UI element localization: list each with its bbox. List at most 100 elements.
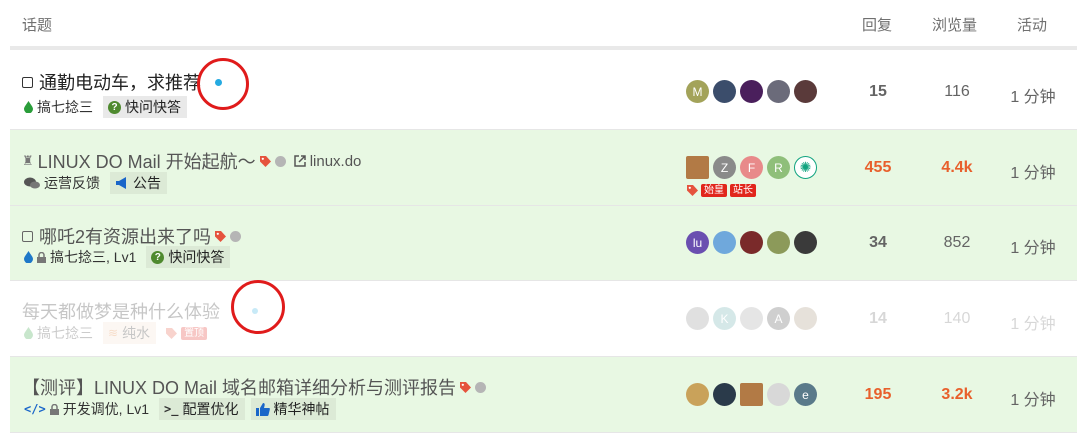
- megaphone-icon: [116, 177, 126, 189]
- annotation-circle: [231, 280, 285, 334]
- view-count: 140: [943, 310, 971, 327]
- avatar[interactable]: F: [740, 156, 763, 179]
- tag-label: 快问快答: [168, 249, 225, 265]
- avatar[interactable]: [740, 383, 763, 406]
- reply-count[interactable]: 34: [838, 234, 918, 252]
- header-topic[interactable]: 话题: [22, 14, 52, 35]
- avatar[interactable]: [740, 80, 763, 103]
- header-replies[interactable]: 回复: [862, 14, 892, 35]
- poster-avatars: M: [686, 80, 817, 103]
- pin-icon: ♜: [22, 153, 34, 168]
- view-count: 3.2k: [941, 386, 973, 403]
- terminal-icon: >_: [164, 402, 179, 416]
- tag-icon: [687, 185, 698, 196]
- question-icon: ?: [151, 250, 165, 264]
- topic-row[interactable]: 【测评】LINUX DO Mail 域名邮箱详细分析与测评报告 </> 开发调优…: [10, 357, 1077, 433]
- topic-link[interactable]: linux.do: [310, 153, 362, 170]
- avatar[interactable]: [686, 307, 709, 330]
- water-icon: ≋: [108, 326, 119, 340]
- tag-chip[interactable]: ? 快问快答: [103, 96, 187, 118]
- external-link-icon: [293, 155, 306, 167]
- category-label[interactable]: 开发调优, Lv1: [63, 399, 149, 419]
- avatar[interactable]: [740, 307, 763, 330]
- avatar[interactable]: M: [686, 80, 709, 103]
- lock-icon: [37, 251, 46, 263]
- activity-time[interactable]: 1 分钟: [993, 159, 1073, 183]
- avatar[interactable]: [794, 80, 817, 103]
- tag-chip[interactable]: ? 快问快答: [146, 246, 231, 268]
- view-count: 852: [943, 234, 971, 251]
- avatar[interactable]: [794, 231, 817, 254]
- avatar[interactable]: K: [713, 307, 736, 330]
- tag-chip[interactable]: 公告: [110, 172, 167, 194]
- flair-badge: 站长: [730, 184, 756, 197]
- activity-time[interactable]: 1 分钟: [993, 234, 1073, 258]
- pinned-badge: 置顶: [181, 326, 208, 340]
- activity-time[interactable]: 1 分钟: [993, 83, 1073, 107]
- tag-label: 公告: [133, 175, 161, 191]
- reply-count[interactable]: 14: [838, 310, 918, 328]
- tag-icon: [166, 327, 178, 339]
- avatar[interactable]: [767, 231, 790, 254]
- avatar[interactable]: [740, 231, 763, 254]
- category-label[interactable]: 搞七捻三: [37, 323, 93, 343]
- category-label[interactable]: 搞七捻三, Lv1: [50, 247, 136, 267]
- avatar[interactable]: [767, 80, 790, 103]
- topic-list-header: 话题 回复 浏览量 活动: [10, 0, 1077, 50]
- avatar[interactable]: Z: [713, 156, 736, 179]
- avatar[interactable]: [794, 307, 817, 330]
- drop-icon: [24, 327, 33, 339]
- category-label[interactable]: 运营反馈: [44, 173, 100, 193]
- topic-row[interactable]: ♜ LINUX DO Mail 开始起航～ linux.do 运营反馈 公告 Z…: [10, 130, 1077, 206]
- poster-avatars: lu: [686, 231, 817, 254]
- topic-title[interactable]: LINUX DO Mail 开始起航～: [38, 148, 256, 174]
- tag-label: 配置优化: [182, 401, 239, 417]
- topic-title[interactable]: 【测评】LINUX DO Mail 域名邮箱详细分析与测评报告: [22, 374, 456, 400]
- reply-count[interactable]: 195: [838, 386, 918, 404]
- thumbs-up-icon: [255, 402, 270, 416]
- status-dot-icon: [475, 381, 487, 393]
- checkbox-icon: [22, 230, 33, 242]
- tag-icon: [460, 381, 472, 393]
- activity-time[interactable]: 1 分钟: [993, 310, 1073, 334]
- code-icon: </>: [24, 402, 46, 416]
- avatar[interactable]: [713, 383, 736, 406]
- reply-count[interactable]: 15: [838, 83, 918, 101]
- user-flairs: 始皇 站长: [687, 184, 756, 197]
- avatar[interactable]: R: [767, 156, 790, 179]
- avatar[interactable]: lu: [686, 231, 709, 254]
- topic-row[interactable]: 哪吒2有资源出来了吗 搞七捻三, Lv1 ? 快问快答 lu 34 852 1 …: [10, 206, 1077, 281]
- avatar[interactable]: [686, 383, 709, 406]
- reply-count[interactable]: 455: [838, 159, 918, 177]
- avatar[interactable]: [713, 80, 736, 103]
- avatar[interactable]: [767, 383, 790, 406]
- poster-avatars: Z F R ✺: [686, 156, 817, 179]
- activity-time[interactable]: 1 分钟: [993, 386, 1073, 410]
- category-label[interactable]: 搞七捻三: [37, 97, 93, 117]
- chat-icon: [24, 177, 40, 189]
- question-icon: ?: [108, 100, 121, 114]
- tag-chip[interactable]: ≋ 纯水: [103, 322, 157, 344]
- view-count: 116: [944, 83, 970, 100]
- avatar[interactable]: e: [794, 383, 817, 406]
- header-views[interactable]: 浏览量: [932, 14, 977, 35]
- chatgpt-avatar-icon[interactable]: ✺: [794, 156, 817, 179]
- header-activity[interactable]: 活动: [1017, 14, 1047, 35]
- tag-chip[interactable]: 精华神帖: [250, 398, 336, 420]
- avatar[interactable]: [713, 231, 736, 254]
- avatar[interactable]: A: [767, 307, 790, 330]
- avatar[interactable]: [686, 156, 709, 179]
- topic-title[interactable]: 通勤电动车，求推荐: [39, 69, 201, 95]
- flair-badge: 始皇: [701, 184, 727, 197]
- tag-label: 精华神帖: [273, 401, 330, 417]
- topic-row[interactable]: 每天都做梦是种什么体验 搞七捻三 ≋ 纯水 置顶 K A 14 140 1 分钟: [10, 281, 1077, 357]
- checkbox-icon: [22, 76, 33, 88]
- poster-avatars: e: [686, 383, 817, 406]
- topic-title[interactable]: 每天都做梦是种什么体验: [22, 298, 220, 324]
- drop-icon: [24, 251, 33, 263]
- status-dot-icon: [274, 155, 286, 167]
- topic-row[interactable]: 通勤电动车，求推荐 搞七捻三 ? 快问快答 M 15 116 1 分钟: [10, 54, 1077, 130]
- tag-chip[interactable]: >_ 配置优化: [159, 398, 245, 420]
- tag-label: 纯水: [122, 325, 151, 341]
- annotation-circle: [197, 58, 249, 110]
